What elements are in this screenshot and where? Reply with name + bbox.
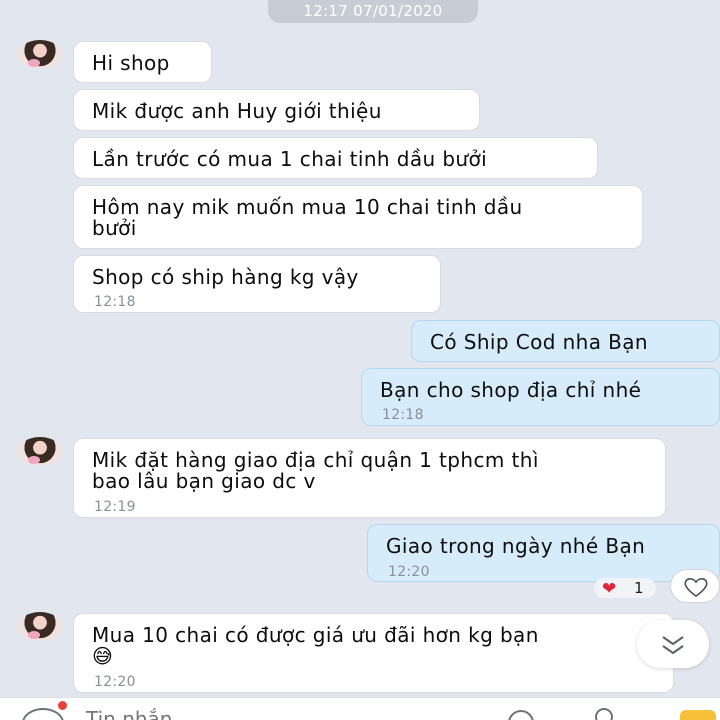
reaction-badge[interactable]: ❤ 1: [594, 578, 656, 599]
flower-decoration: [28, 59, 40, 67]
incoming-message-bubble[interactable]: Mua 10 chai có được giá ưu đãi hơn kg bạ…: [73, 613, 674, 693]
react-button[interactable]: [670, 569, 720, 603]
message-text: Lần trước có mua 1 chai tinh dầu bưởi: [92, 147, 488, 171]
double-chevron-down-icon: [662, 636, 684, 655]
heart-outline-icon: [684, 578, 708, 597]
outgoing-message-bubble[interactable]: Giao trong ngày nhé Bạn 12:20: [367, 524, 720, 582]
outgoing-message-bubble[interactable]: Có Ship Cod nha Bạn: [411, 320, 720, 362]
notification-dot: [58, 701, 67, 710]
outgoing-message-bubble[interactable]: Bạn cho shop địa chỉ nhé 12:18: [361, 368, 720, 426]
incoming-message-bubble[interactable]: Mik được anh Huy giới thiệu: [73, 89, 480, 131]
message-text: Mik được anh Huy giới thiệu: [92, 99, 382, 123]
message-composer: [0, 697, 720, 720]
contact-avatar[interactable]: [18, 437, 62, 465]
incoming-message-bubble[interactable]: Hôm nay mik muốn mua 10 chai tinh dầu bư…: [73, 185, 643, 249]
message-time: 12:19: [94, 499, 136, 515]
contact-avatar[interactable]: [18, 40, 62, 68]
contact-avatar[interactable]: [18, 612, 62, 640]
message-text: Hi shop: [92, 51, 170, 75]
message-time: 12:20: [388, 564, 430, 580]
scroll-down-button[interactable]: [637, 620, 709, 668]
incoming-message-bubble[interactable]: Shop có ship hàng kg vậy 12:18: [73, 255, 441, 313]
message-input[interactable]: [86, 705, 386, 720]
message-time: 12:20: [94, 674, 136, 690]
message-text: Giao trong ngày nhé Bạn: [386, 534, 646, 558]
message-text: Mik đặt hàng giao địa chỉ quận 1 tphcm t…: [92, 448, 539, 493]
incoming-message-bubble[interactable]: Hi shop: [73, 41, 212, 83]
message-text: Shop có ship hàng kg vậy: [92, 265, 359, 289]
message-text: Mua 10 chai có được giá ưu đãi hơn kg bạ…: [92, 623, 539, 668]
message-time: 12:18: [382, 407, 424, 423]
message-text: Bạn cho shop địa chỉ nhé: [380, 378, 642, 402]
sticker-icon[interactable]: [680, 710, 716, 720]
heart-icon: ❤: [602, 579, 617, 599]
message-text: Có Ship Cod nha Bạn: [430, 330, 649, 354]
incoming-message-bubble[interactable]: Lần trước có mua 1 chai tinh dầu bưởi: [73, 137, 598, 179]
message-time: 12:18: [94, 294, 136, 310]
flower-decoration: [28, 456, 40, 464]
contact-icon[interactable]: [595, 708, 613, 720]
incoming-message-bubble[interactable]: Mik đặt hàng giao địa chỉ quận 1 tphcm t…: [73, 438, 666, 518]
date-time-separator: 12:17 07/01/2020: [268, 0, 478, 23]
voice-icon[interactable]: [508, 710, 534, 720]
reaction-count: 1: [634, 579, 644, 597]
flower-decoration: [28, 631, 40, 639]
emoji-icon[interactable]: [22, 708, 64, 720]
message-text: Hôm nay mik muốn mua 10 chai tinh dầu bư…: [92, 195, 523, 240]
